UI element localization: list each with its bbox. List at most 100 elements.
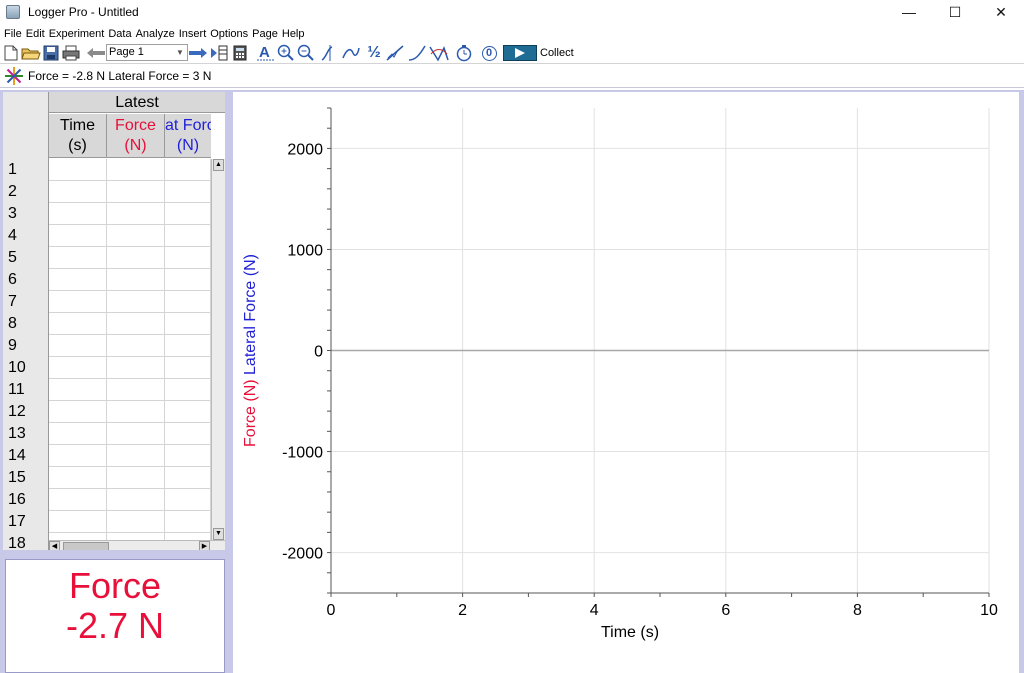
table-cell[interactable] <box>107 357 165 379</box>
table-cell[interactable] <box>107 511 165 533</box>
table-row[interactable]: 1 <box>3 159 211 181</box>
table-cell[interactable] <box>107 181 165 203</box>
table-row[interactable]: 14 <box>3 445 211 467</box>
table-cell[interactable] <box>165 225 211 247</box>
table-cell[interactable] <box>107 291 165 313</box>
table-cell[interactable] <box>49 467 107 489</box>
new-file-icon[interactable] <box>3 44 19 62</box>
table-cell[interactable] <box>49 269 107 291</box>
table-cell[interactable] <box>165 159 211 181</box>
vertical-scrollbar[interactable]: ▲ ▼ <box>211 159 225 540</box>
table-cell[interactable] <box>165 291 211 313</box>
table-cell[interactable] <box>165 379 211 401</box>
stopwatch-icon[interactable] <box>454 44 474 62</box>
minimize-button[interactable]: — <box>886 0 932 24</box>
table-row[interactable]: 2 <box>3 181 211 203</box>
menu-analyze[interactable]: Analyze <box>136 27 175 41</box>
menu-data[interactable]: Data <box>108 27 131 41</box>
table-row[interactable]: 10 <box>3 357 211 379</box>
table-row[interactable]: 4 <box>3 225 211 247</box>
collect-button[interactable]: Collect <box>540 47 574 59</box>
scroll-up-icon[interactable]: ▲ <box>213 159 224 171</box>
table-cell[interactable] <box>165 445 211 467</box>
column-header-time[interactable]: Time (s) <box>49 114 107 158</box>
print-icon[interactable] <box>62 44 80 62</box>
menu-edit[interactable]: Edit <box>26 27 45 41</box>
table-cell[interactable] <box>49 313 107 335</box>
menu-options[interactable]: Options <box>210 27 248 41</box>
maximize-button[interactable]: ☐ <box>932 0 978 24</box>
table-cell[interactable] <box>107 401 165 423</box>
table-cell[interactable] <box>49 379 107 401</box>
table-row[interactable]: 7 <box>3 291 211 313</box>
save-icon[interactable] <box>42 44 60 62</box>
table-row[interactable]: 15 <box>3 467 211 489</box>
table-cell[interactable] <box>49 511 107 533</box>
forward-arrow-icon[interactable] <box>188 44 208 62</box>
data-table[interactable]: Latest Time (s) Force (N) at Forc (N) 12… <box>3 92 225 550</box>
table-cell[interactable] <box>165 401 211 423</box>
zoom-out-icon[interactable] <box>297 44 315 62</box>
table-row[interactable]: 12 <box>3 401 211 423</box>
table-cell[interactable] <box>165 335 211 357</box>
autoscale-icon[interactable]: A <box>256 44 276 62</box>
column-header-lateral-force[interactable]: at Forc (N) <box>165 114 211 158</box>
back-arrow-icon[interactable] <box>86 44 106 62</box>
table-cell[interactable] <box>107 489 165 511</box>
table-cell[interactable] <box>107 159 165 181</box>
menu-insert[interactable]: Insert <box>179 27 207 41</box>
table-cell[interactable] <box>165 423 211 445</box>
menu-help[interactable]: Help <box>282 27 305 41</box>
sensor-sparkle-icon[interactable] <box>4 66 24 86</box>
zero-icon[interactable]: 0 <box>480 44 498 62</box>
linear-fit-icon[interactable] <box>385 44 405 62</box>
table-cell[interactable] <box>165 203 211 225</box>
table-row[interactable]: 9 <box>3 335 211 357</box>
table-row[interactable]: 8 <box>3 313 211 335</box>
scroll-right-icon[interactable]: ▶ <box>199 541 210 550</box>
examine-icon[interactable] <box>320 44 340 62</box>
table-cell[interactable] <box>107 335 165 357</box>
menu-experiment[interactable]: Experiment <box>49 27 105 41</box>
table-row[interactable]: 16 <box>3 489 211 511</box>
table-cell[interactable] <box>107 467 165 489</box>
horizontal-scrollbar[interactable]: ◀ ▶ <box>49 540 225 550</box>
table-cell[interactable] <box>49 203 107 225</box>
table-cell[interactable] <box>49 181 107 203</box>
curve-fit-icon[interactable] <box>407 44 427 62</box>
table-cell[interactable] <box>49 291 107 313</box>
table-cell[interactable] <box>165 511 211 533</box>
table-row[interactable]: 13 <box>3 423 211 445</box>
scroll-down-icon[interactable]: ▼ <box>213 528 224 540</box>
table-cell[interactable] <box>49 225 107 247</box>
table-cell[interactable] <box>165 489 211 511</box>
table-cell[interactable] <box>107 225 165 247</box>
page-select[interactable]: Page 1 ▼ <box>106 44 188 61</box>
menu-page[interactable]: Page <box>252 27 278 41</box>
table-cell[interactable] <box>107 313 165 335</box>
play-icon[interactable] <box>503 45 537 61</box>
table-row[interactable]: 5 <box>3 247 211 269</box>
table-cell[interactable] <box>49 423 107 445</box>
table-row[interactable]: 6 <box>3 269 211 291</box>
table-row[interactable]: 3 <box>3 203 211 225</box>
column-header-force[interactable]: Force (N) <box>107 114 165 158</box>
table-cell[interactable] <box>49 445 107 467</box>
open-folder-icon[interactable] <box>21 44 41 62</box>
graph-area[interactable]: 0 2 4 6 8 10 2000 1000 0 -1000 -2000 Time (s) Force … <box>233 92 1019 673</box>
table-cell[interactable] <box>49 401 107 423</box>
table-cell[interactable] <box>107 423 165 445</box>
table-cell[interactable] <box>49 159 107 181</box>
calculator-icon[interactable] <box>232 44 248 62</box>
model-icon[interactable] <box>428 44 450 62</box>
table-cell[interactable] <box>165 181 211 203</box>
scroll-thumb[interactable] <box>63 542 109 550</box>
table-cell[interactable] <box>107 445 165 467</box>
table-cell[interactable] <box>107 247 165 269</box>
table-cell[interactable] <box>107 203 165 225</box>
table-cell[interactable] <box>165 357 211 379</box>
table-cell[interactable] <box>165 247 211 269</box>
table-cell[interactable] <box>165 313 211 335</box>
digital-meter[interactable]: Force -2.7 N <box>5 559 225 673</box>
table-row[interactable]: 11 <box>3 379 211 401</box>
